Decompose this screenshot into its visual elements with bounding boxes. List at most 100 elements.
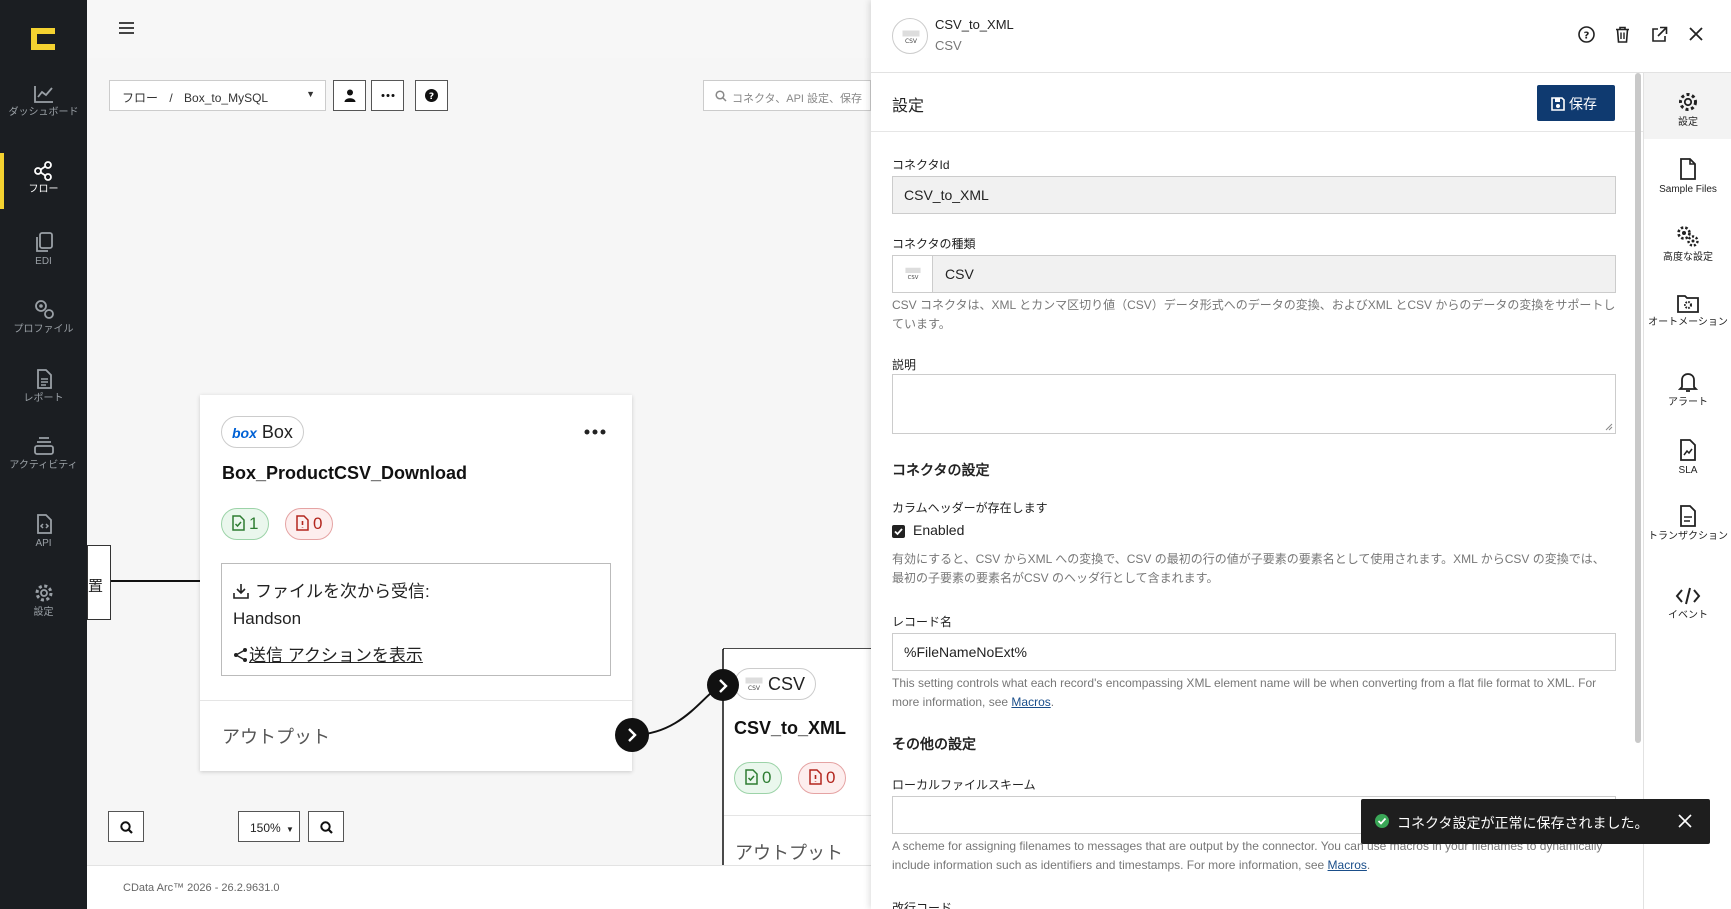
nav-activity[interactable]: アクティビティ [0,435,87,471]
flow-canvas[interactable]: フロー / Box_to_MySQL ▼ ? コネクタ、API 設定、保存 置 … [87,0,871,909]
zoom-in-button[interactable] [308,811,344,842]
file-check-icon [232,515,245,531]
toast-message: コネクタ設定が正常に保存されました。 [1397,815,1649,831]
record-name-field[interactable]: %FileNameNoExt% [892,633,1616,671]
local-scheme-macros-link[interactable]: Macros [1328,858,1367,872]
connector-id-field[interactable]: CSV_to_XML [892,176,1616,214]
receive-from: Handson [233,609,302,628]
box-output-port[interactable] [615,718,649,752]
external-link-icon[interactable] [1651,26,1668,43]
send-action-label[interactable]: 送信 アクションを表示 [249,646,423,665]
tab-alerts[interactable]: アラート [1644,371,1731,409]
tab-settings[interactable]: 設定 [1644,73,1731,139]
nav-report-label: レポート [23,393,64,404]
nav-flow-label: フロー [28,184,59,195]
file-error-icon [296,515,309,531]
tab-sla[interactable]: SLA [1644,439,1731,477]
record-help-text: This setting controls what each record's… [892,676,1597,709]
help-icon[interactable]: ? [1578,26,1595,43]
connector-settings-title: コネクタの設定 [892,462,990,478]
box-type-chip: box Box [221,416,304,448]
close-icon[interactable] [1678,814,1692,828]
tab-transactions-label: トランザクション [1648,531,1728,542]
tab-transactions[interactable]: トランザクション [1644,505,1731,543]
nav-dashboard-label: ダッシュボード [8,107,79,118]
nav-dashboard[interactable]: ダッシュボード [0,84,87,118]
csv-success-badge[interactable]: 0 [734,762,783,794]
close-icon[interactable] [1689,27,1703,41]
csv-node-title: CSV_to_XML [734,718,847,738]
csv-chip-label: CSV [768,674,806,694]
save-button[interactable]: 保存 [1537,85,1615,121]
tab-events-label: イベント [1668,610,1708,621]
csv-connector-node[interactable]: CSV CSV CSV_to_XML 0 0 アウトプット [724,649,871,865]
next-field-label: 改行コード [892,901,953,909]
check-circle-icon [1375,814,1389,828]
record-name-value: %FileNameNoExt% [904,644,1027,660]
settings-scrollbar[interactable] [1635,73,1641,743]
box-error-badge[interactable]: 0 [285,508,334,540]
settings-icon [35,584,52,602]
zoom-in-icon [319,821,333,834]
nav-settings[interactable]: 設定 [0,582,87,618]
tab-advanced[interactable]: 高度な設定 [1644,224,1731,264]
send-action-link[interactable]: 送信 アクションを表示 [233,641,423,666]
resize-handle-icon[interactable] [1605,423,1613,431]
dashboard-icon [33,86,53,103]
description-textarea[interactable] [892,374,1616,434]
csv-input-port[interactable] [707,669,739,701]
floppy-disk-icon [1551,97,1565,111]
nav-activity-label: アクティビティ [9,460,78,471]
connector-type-field[interactable]: CSV CSV [892,255,1616,293]
connector-panel: CSV CSV_to_XML CSV ? 設定 保存 コネクタId CSV_to… [871,0,1731,909]
csv-error-badge[interactable]: 0 [798,762,847,794]
tab-sample-files[interactable]: Sample Files [1644,158,1731,196]
box-success-badge[interactable]: 1 [221,508,270,540]
tab-settings-label: 設定 [1678,117,1698,128]
box-err-count: 0 [313,514,323,533]
csv-file-icon: CSV [902,30,920,44]
box-connector-node[interactable]: box Box Box_ProductCSV_Download 1 0 ファイル… [200,395,632,771]
zoom-out-button[interactable] [108,811,144,842]
trash-icon[interactable] [1615,26,1630,43]
nav-report[interactable]: レポート [0,368,87,404]
tab-automation[interactable]: オートメーション [1644,293,1731,329]
svg-text:CSV: CSV [908,275,919,280]
tab-events[interactable]: イベント [1644,586,1731,622]
version-label: CData Arc™ 2026 - 26.2.9631.0 [123,882,280,894]
csv-file-icon: CSV [905,267,921,280]
partial-node-label: 置 [88,578,104,595]
local-scheme-label: ローカルファイルスキーム [892,778,1036,792]
settings-title: 設定 [892,98,925,115]
connector-id-label: コネクタId [892,158,950,172]
svg-text:CSV: CSV [905,38,918,44]
sla-icon [1680,439,1696,461]
node-divider [724,815,871,816]
zoom-select[interactable]: 150% ▼ [238,811,300,842]
enabled-label[interactable]: Enabled [913,522,964,538]
file-icon [1680,158,1696,180]
activity-icon [33,437,54,455]
chevron-right-icon [719,679,728,693]
nav-api[interactable]: API [0,513,87,549]
connector-type: CSV [935,38,962,53]
nav-edi[interactable]: EDI [0,231,87,267]
nav-settings-label: 設定 [33,607,54,618]
nav-flow[interactable]: フロー [0,153,87,209]
success-toast: コネクタ設定が正常に保存されました。 [1361,799,1710,844]
bell-icon [1678,373,1698,392]
other-settings-title: その他の設定 [892,736,976,752]
share-icon [234,648,247,662]
node-menu-icon[interactable] [584,428,606,436]
csv-file-icon: CSV [745,677,763,692]
nav-profile[interactable]: プロファイル [0,297,87,335]
connector-type-help: CSV コネクタは、XML とカンマ区切り値（CSV）データ形式へのデータの変換… [892,298,1616,331]
csv-ok-count: 0 [762,768,772,787]
chevron-right-icon [628,728,637,742]
enabled-checkbox[interactable] [892,525,905,538]
app-logo[interactable] [29,26,57,52]
partial-node-left[interactable]: 置 [87,545,111,620]
record-macros-link[interactable]: Macros [1011,695,1050,709]
box-logo-icon: box [232,425,257,441]
panel-header: CSV CSV_to_XML CSV ? [871,0,1731,73]
